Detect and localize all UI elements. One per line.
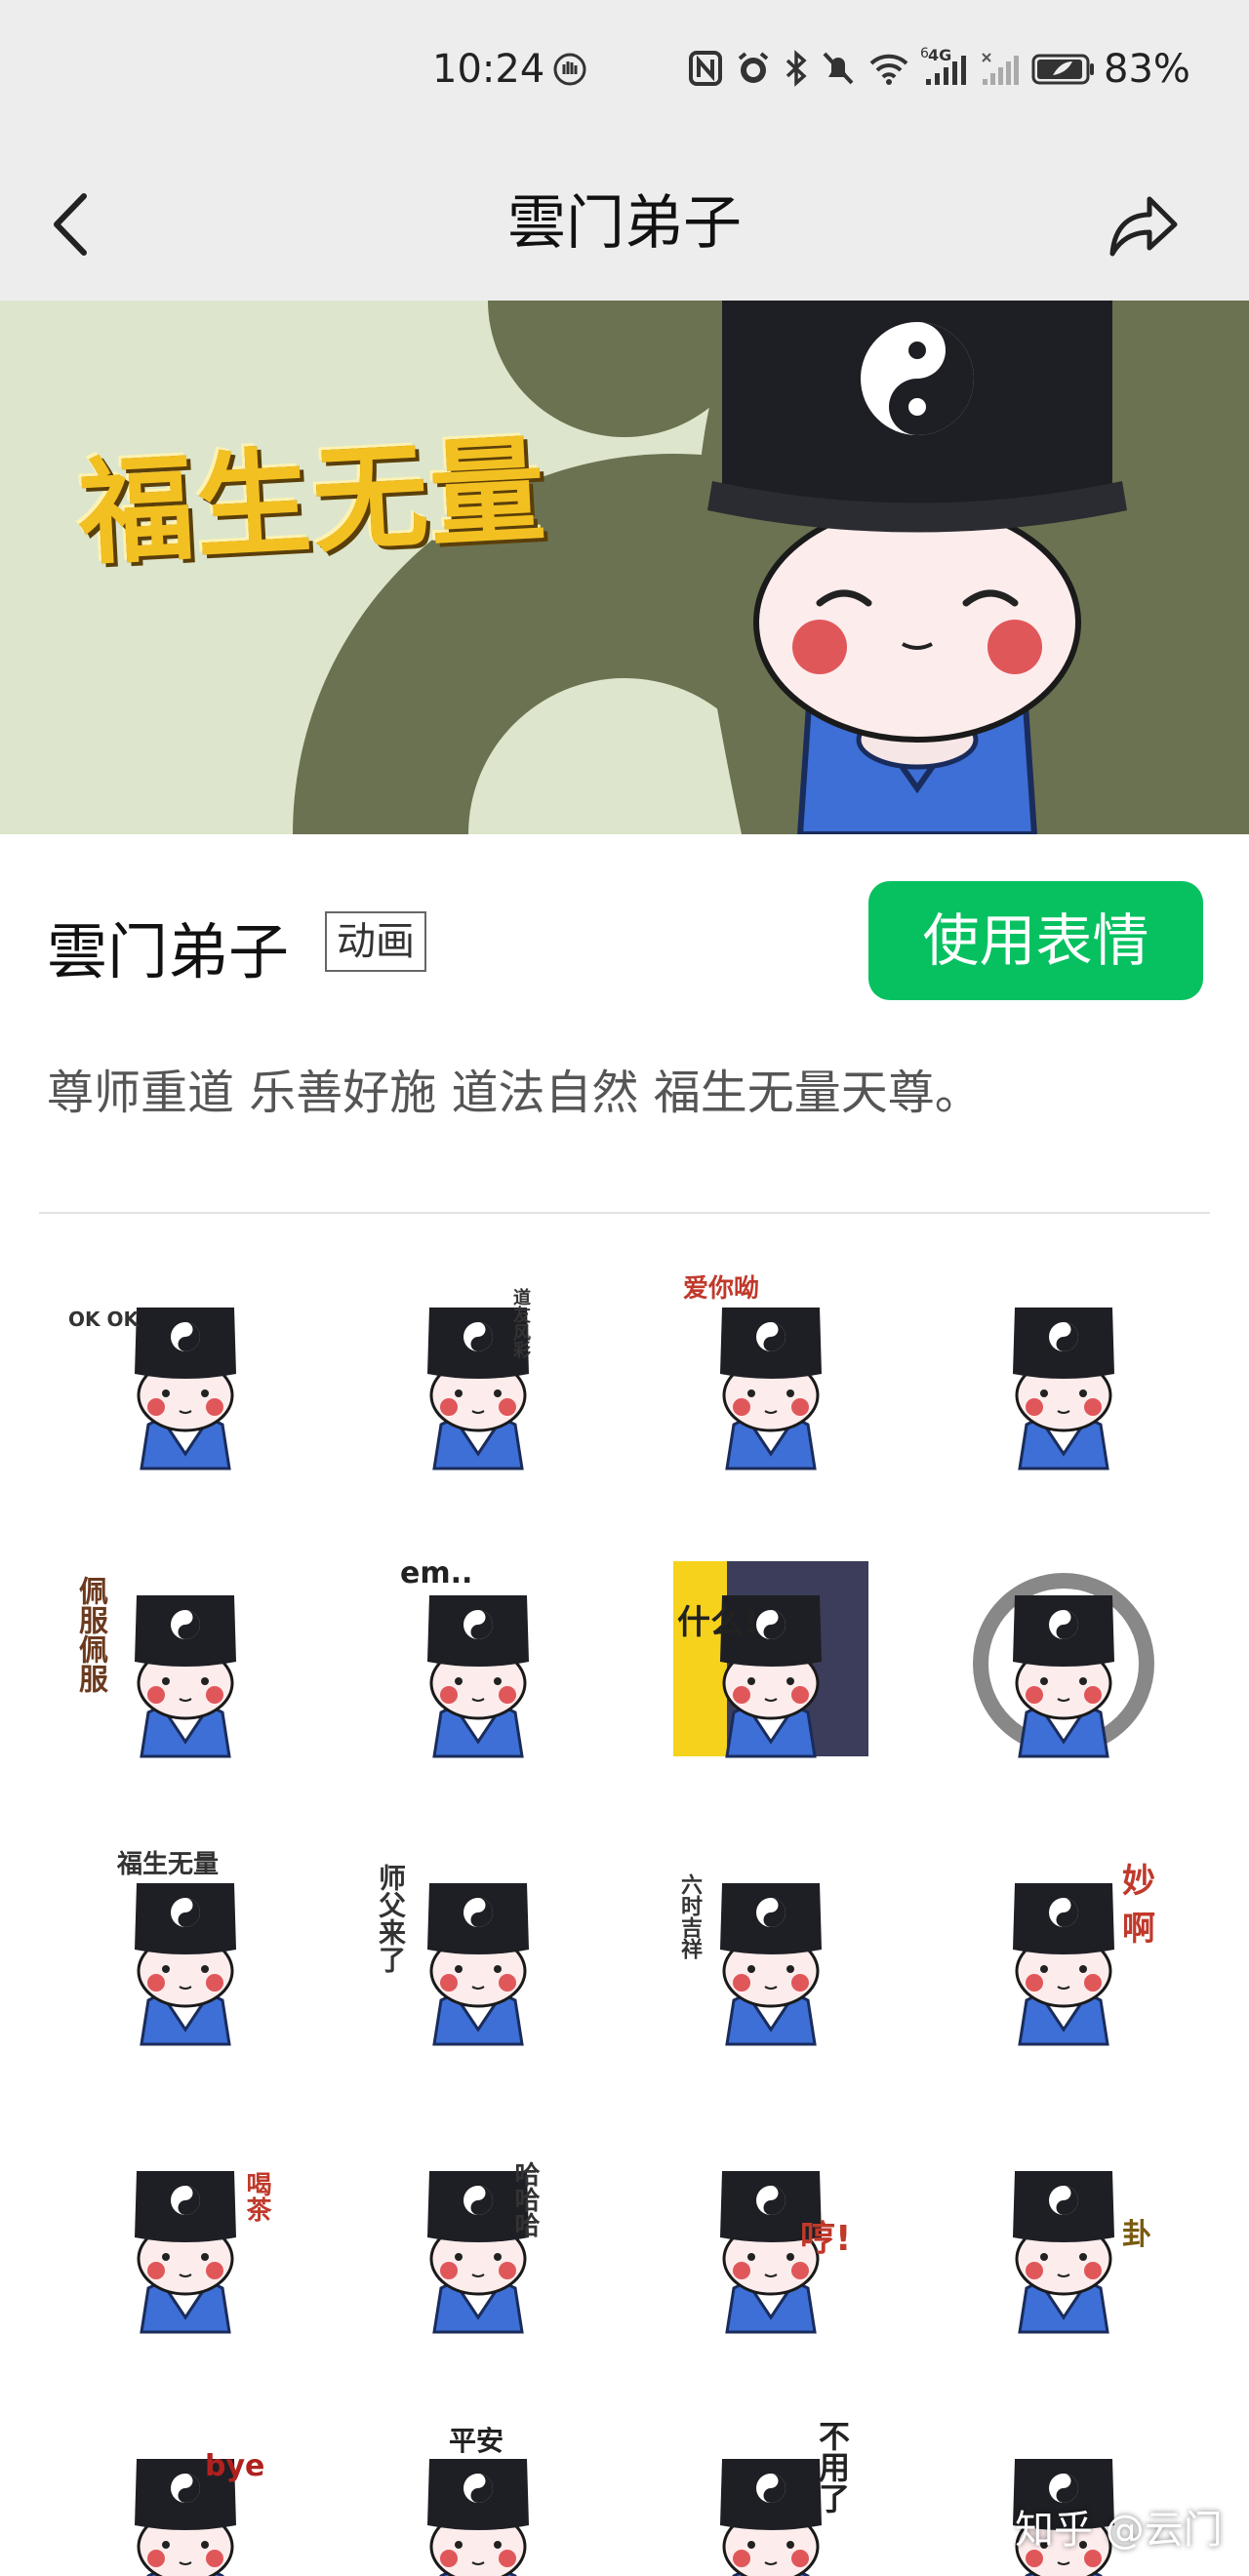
sticker-caption: bye xyxy=(205,2449,265,2483)
sticker-image xyxy=(673,1561,868,1758)
sticker-item[interactable] xyxy=(947,1556,1181,1791)
nfc-icon xyxy=(689,51,722,86)
sticker-caption: 不用了 xyxy=(814,2420,851,2514)
page-title: 雲门弟子 xyxy=(507,189,742,258)
share-icon xyxy=(1109,196,1178,257)
sticker-caption: 喝茶 xyxy=(242,2171,271,2222)
sticker-caption: 什么! xyxy=(677,1603,759,1642)
wifi-icon xyxy=(869,54,908,85)
sticker-caption: 福生无量 xyxy=(117,1850,220,1879)
sticker-item[interactable]: 卦 xyxy=(947,2132,1181,2366)
sticker-item[interactable]: 师父来了 xyxy=(361,1844,595,2078)
sticker-caption: 哈哈哈 xyxy=(510,2161,540,2237)
banner-title: 福生无量 xyxy=(75,422,550,582)
battery-percent: 83% xyxy=(1104,47,1190,92)
sticker-caption: 哼! xyxy=(800,2219,852,2259)
sticker-caption: em.. xyxy=(400,1556,473,1590)
sticker-caption: 师父来了 xyxy=(375,1864,407,1973)
sticker-item[interactable]: 喝茶 xyxy=(68,2132,302,2366)
sticker-image xyxy=(427,1595,529,1758)
status-time: 10:24 xyxy=(432,47,545,92)
hand-icon xyxy=(553,53,586,86)
sticker-image xyxy=(135,1308,236,1470)
sticker-item[interactable]: 哼! xyxy=(654,2132,888,2366)
battery-icon xyxy=(1031,54,1094,85)
sticker-image xyxy=(973,1573,1154,1758)
sticker-item[interactable]: OK OK xyxy=(68,1268,302,1503)
sticker-caption: 爱你呦 xyxy=(683,1274,760,1304)
sticker-item[interactable]: em.. xyxy=(361,1556,595,1791)
sticker-image xyxy=(427,1308,529,1470)
chevron-left-icon xyxy=(54,193,87,256)
sticker-caption: 卦 xyxy=(1122,2218,1151,2252)
sticker-caption: 平安 xyxy=(449,2425,504,2457)
sticker-image xyxy=(135,2171,236,2334)
sticker-image xyxy=(720,2171,822,2334)
mute-icon xyxy=(823,52,854,85)
divider xyxy=(39,1212,1210,1214)
sticker-image xyxy=(1013,1308,1114,1470)
alarm-icon xyxy=(738,52,769,83)
sticker-item[interactable] xyxy=(947,1268,1181,1503)
mascot-image xyxy=(707,301,1127,834)
sticker-item[interactable]: 道友风彩 xyxy=(361,1268,595,1503)
signal-icon-2 xyxy=(982,53,1019,85)
signal-icon: 4G 6 xyxy=(920,46,969,87)
sticker-item[interactable]: 妙啊 xyxy=(947,1844,1181,2078)
sticker-image xyxy=(427,2171,529,2334)
pack-banner: 福生无量 xyxy=(0,301,1249,834)
back-button[interactable] xyxy=(47,176,105,273)
sticker-caption: 六时吉祥 xyxy=(677,1873,702,1959)
nav-bar: 雲门弟子 xyxy=(0,146,1249,301)
sticker-item[interactable]: 哈哈哈 xyxy=(361,2132,595,2366)
bluetooth-icon xyxy=(786,50,807,87)
sticker-item[interactable]: 爱你呦 xyxy=(654,1268,888,1503)
sticker-caption: OK OK xyxy=(68,1308,139,1331)
pack-description: 尊师重道 乐善好施 道法自然 福生无量天尊。 xyxy=(47,1066,982,1120)
pack-name: 雲门弟子 xyxy=(47,916,290,987)
sticker-image xyxy=(135,2459,236,2576)
sticker-item[interactable]: 佩服佩服 xyxy=(68,1556,302,1791)
use-stickers-button[interactable]: 使用表情 xyxy=(868,881,1203,1000)
sticker-caption: 妙啊 xyxy=(1122,1862,1155,1949)
sticker-item[interactable]: 不用了 xyxy=(654,2420,888,2576)
sticker-item[interactable]: 六时吉祥 xyxy=(654,1844,888,2078)
share-button[interactable] xyxy=(1099,176,1187,273)
sticker-item[interactable]: bye xyxy=(68,2420,302,2576)
sticker-caption: 道友风彩 xyxy=(510,1288,531,1358)
sticker-item[interactable]: 什么! xyxy=(654,1556,888,1791)
sticker-grid: OK OK 道友风彩 爱你呦佩服佩服 em.. 什么! 福生无量 师父来了 六时吉祥 妙啊喝茶 哈… xyxy=(39,1268,1210,2576)
sticker-caption: 佩服佩服 xyxy=(73,1576,107,1693)
sticker-item[interactable]: 福生无量 xyxy=(68,1844,302,2078)
sticker-item[interactable]: 平安 xyxy=(361,2420,595,2576)
status-icons: 4G 6 xyxy=(688,46,1096,88)
animated-badge: 动画 xyxy=(325,911,426,972)
status-bar: 10:24 4G 6 83% xyxy=(0,0,1249,146)
watermark: 知乎 @云门 xyxy=(1015,2508,1223,2553)
